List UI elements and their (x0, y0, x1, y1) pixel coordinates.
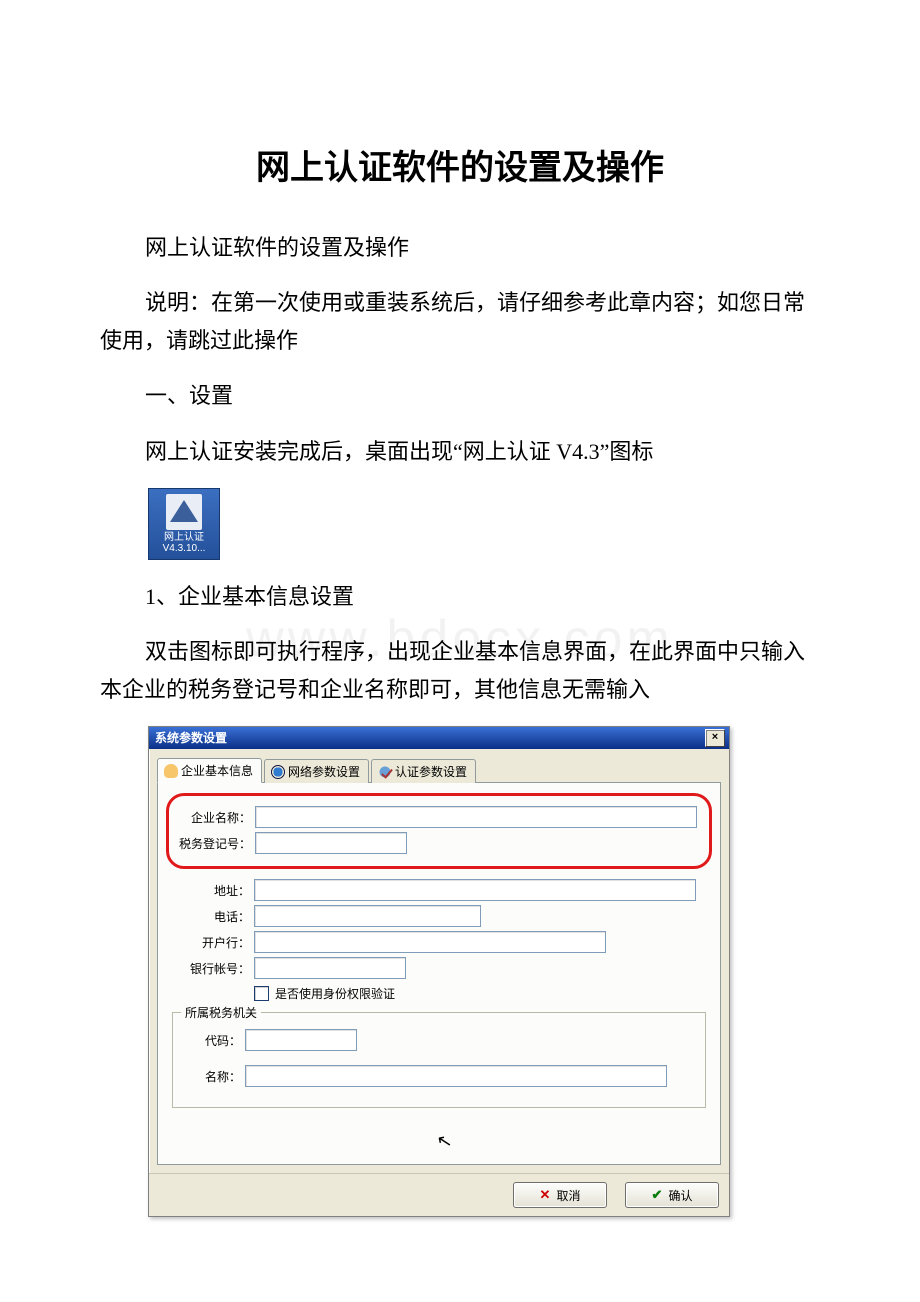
paragraph-install-done: 网上认证安装完成后，桌面出现“网上认证 V4.3”图标 (100, 433, 820, 470)
section-heading-1-1: 1、企业基本信息设置 (100, 578, 820, 615)
label-account: 银行帐号： (172, 960, 254, 977)
required-fields-highlight: 企业名称： 税务登记号： (166, 793, 712, 869)
input-bank[interactable] (254, 931, 606, 953)
tabs-bar: 企业基本信息 网络参数设置 认证参数设置 (157, 757, 721, 783)
paragraph-dblclick: 双击图标即可执行程序，出现企业基本信息界面，在此界面中只输入本企业的税务登记号和… (100, 633, 820, 708)
close-button[interactable]: × (705, 729, 725, 747)
paragraph-instruction: 说明：在第一次使用或重装系统后，请仔细参考此章内容；如您日常使用，请跳过此操作 (100, 284, 820, 359)
fieldset-legend: 所属税务机关 (181, 1004, 261, 1021)
check-icon: ✔ (652, 1187, 663, 1203)
input-phone[interactable] (254, 905, 481, 927)
checkbox-identity-auth[interactable] (254, 986, 269, 1001)
dialog-footer: ✕ 取消 ✔ 确认 (149, 1173, 729, 1216)
desktop-app-icon[interactable]: 网上认证 V4.3.10... (148, 488, 220, 560)
tab-label: 网络参数设置 (288, 763, 360, 780)
tab-network-params[interactable]: 网络参数设置 (264, 759, 369, 783)
label-address: 地址： (172, 882, 254, 899)
label-phone: 电话： (172, 908, 254, 925)
app-icon-graphic (166, 494, 202, 530)
cancel-label: 取消 (556, 1187, 580, 1204)
input-authority-code[interactable] (245, 1029, 357, 1051)
x-icon: ✕ (540, 1187, 551, 1203)
label-code: 代码： (183, 1032, 245, 1049)
tab-label: 认证参数设置 (395, 763, 467, 780)
input-bank-account[interactable] (254, 957, 406, 979)
input-tax-number[interactable] (255, 832, 407, 854)
auth-icon (378, 765, 392, 779)
ok-label: 确认 (668, 1187, 692, 1204)
tab-label: 企业基本信息 (181, 762, 253, 779)
dialog-titlebar[interactable]: 系统参数设置 × (149, 727, 729, 749)
input-authority-name[interactable] (245, 1065, 667, 1087)
fieldset-tax-authority: 所属税务机关 代码： 名称： (172, 1012, 706, 1108)
checkbox-label: 是否使用身份权限验证 (275, 985, 395, 1002)
app-icon-label-1: 网上认证 (149, 532, 219, 543)
input-company-name[interactable] (255, 806, 697, 828)
input-address[interactable] (254, 879, 696, 901)
system-params-dialog: 系统参数设置 × 企业基本信息 网络参数设置 认证参数设置 企业名称： (148, 726, 730, 1217)
document-title: 网上认证软件的设置及操作 (100, 140, 820, 189)
ok-button[interactable]: ✔ 确认 (625, 1182, 719, 1208)
tab-company-info[interactable]: 企业基本信息 (157, 758, 262, 783)
dialog-title: 系统参数设置 (155, 727, 227, 749)
globe-icon (271, 765, 285, 779)
tab-pane-company-info: 企业名称： 税务登记号： 地址： 电话： 开户行： (157, 783, 721, 1165)
paragraph-subtitle: 网上认证软件的设置及操作 (100, 229, 820, 266)
app-icon-label-2: V4.3.10... (149, 543, 219, 554)
tab-auth-params[interactable]: 认证参数设置 (371, 759, 476, 783)
label-company-name: 企业名称： (173, 809, 255, 826)
cancel-button[interactable]: ✕ 取消 (513, 1182, 607, 1208)
section-heading-1: 一、设置 (100, 377, 820, 414)
label-tax-number: 税务登记号： (173, 835, 255, 852)
close-icon: × (712, 731, 718, 743)
user-icon (164, 764, 178, 778)
label-name: 名称： (183, 1068, 245, 1085)
label-bank: 开户行： (172, 934, 254, 951)
